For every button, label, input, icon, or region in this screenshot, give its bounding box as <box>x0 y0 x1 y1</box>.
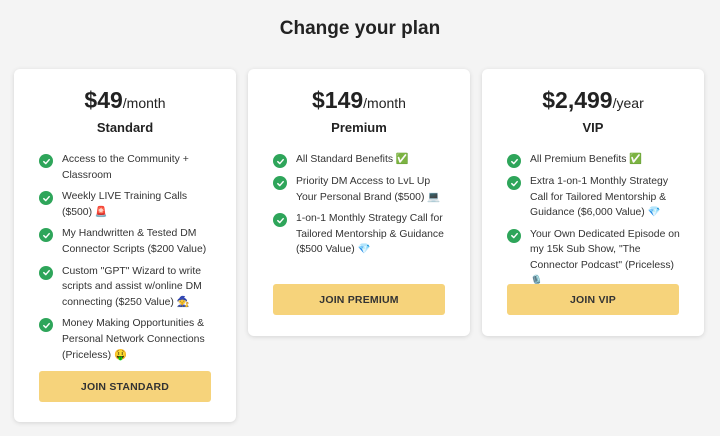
plan-period: /month <box>363 95 406 111</box>
feature-text: All Standard Benefits ✅ <box>296 154 409 165</box>
feature-item: 1-on-1 Monthly Strategy Call for Tailore… <box>273 211 453 258</box>
feature-text: My Handwritten & Tested DM Connector Scr… <box>62 228 207 255</box>
feature-item: Money Making Opportunities & Personal Ne… <box>39 316 219 363</box>
feature-text: Priority DM Access to LvL Up Your Person… <box>296 176 441 203</box>
check-circle-icon <box>507 176 521 190</box>
plan-name: Standard <box>96 120 154 135</box>
plan-card-standard: $49/month Standard Access to the Communi… <box>14 69 236 422</box>
feature-text: All Premium Benefits ✅ <box>530 154 643 165</box>
plan-price: $49 <box>84 87 123 113</box>
check-circle-icon <box>39 154 53 168</box>
feature-text: 1-on-1 Monthly Strategy Call for Tailore… <box>296 213 444 256</box>
check-circle-icon <box>273 154 287 168</box>
page-title: Change your plan <box>279 18 441 39</box>
feature-item: My Handwritten & Tested DM Connector Scr… <box>39 226 219 257</box>
price-row: $49/month <box>14 87 236 114</box>
feature-text: Custom "GPT" Wizard to write scripts and… <box>62 265 202 308</box>
check-circle-icon <box>273 176 287 190</box>
feature-text: Weekly LIVE Training Calls ($500) 🚨 <box>62 191 188 218</box>
feature-list: All Standard Benefits ✅ Priority DM Acce… <box>273 152 453 264</box>
check-circle-icon <box>507 154 521 168</box>
check-circle-icon <box>39 318 53 333</box>
plan-name: VIP <box>582 120 604 135</box>
plan-price: $149 <box>312 87 364 113</box>
join-premium-button[interactable]: Join Premium <box>273 284 445 315</box>
check-circle-icon <box>39 265 53 280</box>
plan-period: /month <box>122 95 166 111</box>
feature-text: Your Own Dedicated Episode on my 15k Sub… <box>530 228 680 287</box>
feature-item: All Premium Benefits ✅ <box>507 152 687 168</box>
plan-name: Premium <box>331 120 387 135</box>
feature-item: All Standard Benefits ✅ <box>273 152 453 168</box>
price-row: $2,499/year <box>482 87 704 114</box>
feature-list: Access to the Community + Classroom Week… <box>39 152 219 369</box>
check-circle-icon <box>39 191 53 206</box>
feature-text: Extra 1-on-1 Monthly Strategy Call for T… <box>530 176 669 219</box>
plan-card-premium: $149/month Premium All Standard Benefits… <box>248 69 470 336</box>
plan-period: /year <box>612 95 644 111</box>
feature-item: Access to the Community + Classroom <box>39 152 219 183</box>
feature-list: All Premium Benefits ✅ Extra 1-on-1 Mont… <box>507 152 687 295</box>
feature-text: Access to the Community + Classroom <box>62 154 189 181</box>
feature-text: Money Making Opportunities & Personal Ne… <box>62 318 205 361</box>
check-circle-icon <box>507 228 521 243</box>
feature-item: Priority DM Access to LvL Up Your Person… <box>273 174 453 205</box>
feature-item: Weekly LIVE Training Calls ($500) 🚨 <box>39 189 219 220</box>
join-vip-button[interactable]: Join VIP <box>507 284 679 315</box>
price-row: $149/month <box>248 87 470 114</box>
check-circle-icon <box>39 228 53 243</box>
plan-card-vip: $2,499/year VIP All Premium Benefits ✅ E… <box>482 69 704 336</box>
feature-item: Extra 1-on-1 Monthly Strategy Call for T… <box>507 174 687 221</box>
feature-item: Your Own Dedicated Episode on my 15k Sub… <box>507 227 687 289</box>
check-circle-icon <box>273 213 287 228</box>
join-standard-button[interactable]: Join Standard <box>39 371 211 402</box>
plan-price: $2,499 <box>542 87 613 113</box>
feature-item: Custom "GPT" Wizard to write scripts and… <box>39 264 219 311</box>
